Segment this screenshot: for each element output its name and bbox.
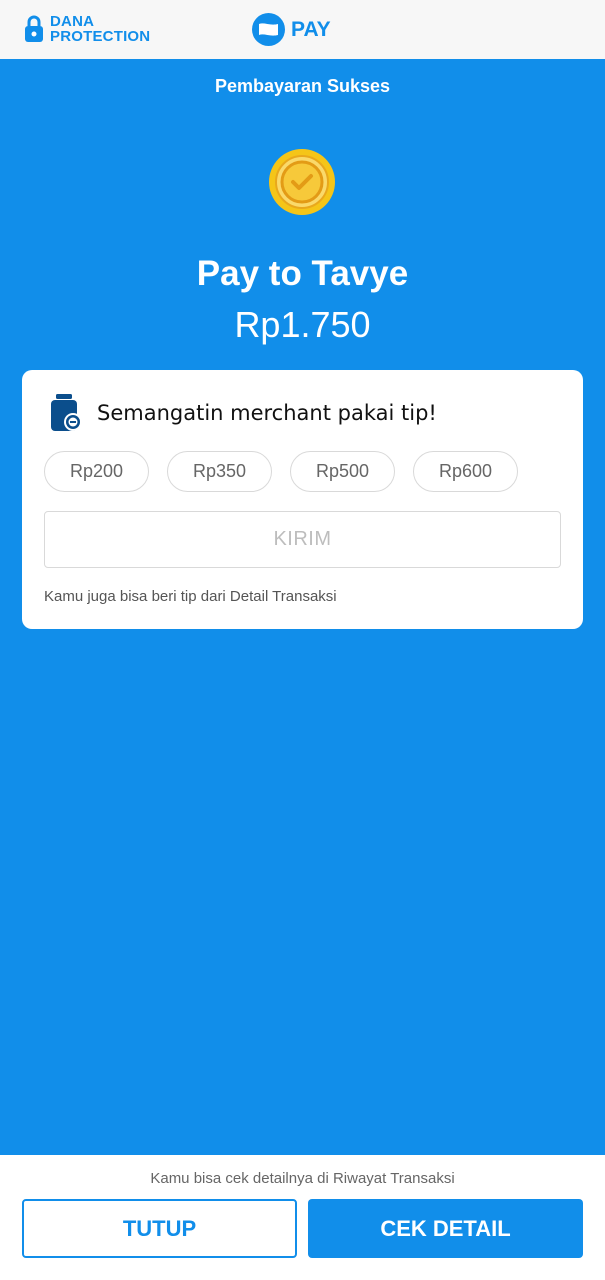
dana-logo-icon: [252, 13, 285, 46]
transaction-history-note: Kamu bisa cek detailnya di Riwayat Trans…: [150, 1170, 455, 1187]
dana-pay-logo: PAY: [252, 13, 331, 46]
tip-options: Rp200 Rp350 Rp500 Rp600: [44, 451, 536, 492]
tip-jar-icon: [51, 394, 82, 431]
success-coin-check-icon: [269, 149, 335, 215]
dana-protection-text: DANA PROTECTION: [50, 14, 150, 44]
tip-option-600[interactable]: Rp600: [413, 451, 518, 492]
payment-amount: Rp1.750: [234, 304, 371, 345]
page-title: Pembayaran Sukses: [214, 76, 391, 96]
pay-label: PAY: [291, 17, 331, 41]
check-detail-button[interactable]: CEK DETAIL: [308, 1199, 583, 1258]
dana-protection-line2: PROTECTION: [50, 28, 151, 45]
top-bar: DANA PROTECTION PAY: [0, 0, 605, 59]
send-tip-button[interactable]: KIRIM: [44, 511, 561, 568]
tip-note: Kamu juga bisa beri tip dari Detail Tran…: [44, 588, 337, 605]
dana-protection-badge[interactable]: DANA PROTECTION: [24, 14, 150, 44]
dana-protection-line1: DANA: [50, 13, 95, 30]
tip-option-500[interactable]: Rp500: [290, 451, 395, 492]
tip-option-350[interactable]: Rp350: [167, 451, 272, 492]
close-button[interactable]: TUTUP: [22, 1199, 297, 1258]
payee-name: Pay to Tavye: [196, 254, 409, 293]
tip-card: Semangatin merchant pakai tip! Rp200 Rp3…: [22, 370, 583, 629]
tip-option-200[interactable]: Rp200: [44, 451, 149, 492]
bottom-panel: Kamu bisa cek detailnya di Riwayat Trans…: [0, 1155, 605, 1280]
lock-icon: [25, 15, 43, 42]
tip-card-title: Semangatin merchant pakai tip!: [97, 401, 437, 425]
